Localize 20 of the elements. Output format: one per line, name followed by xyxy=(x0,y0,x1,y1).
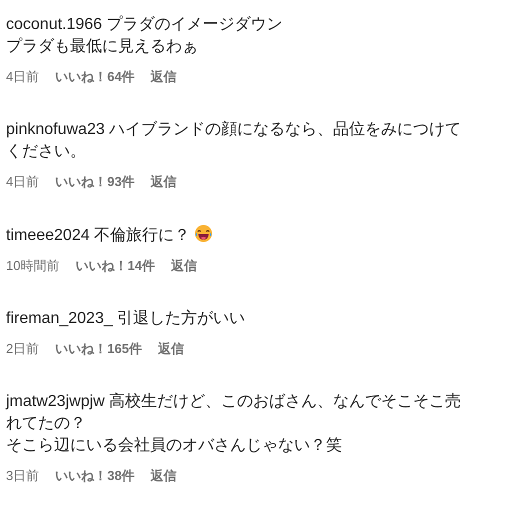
comment-text: pinknofuwa23 ハイブランドの顔になるなら、品位をみにつけてください。 xyxy=(6,121,462,160)
reply-button[interactable]: 返信 xyxy=(158,339,184,359)
likes-count[interactable]: いいね！93件 xyxy=(55,172,135,192)
comment-time: 2日前 xyxy=(6,340,40,358)
comment-text: jmatw23jwpjw 高校生だけど、このおばさん、なんでそこそこ売れてたの？ そこら辺にいる会社員のオバさんじゃない？笑 xyxy=(6,393,462,454)
comment-time: 4日前 xyxy=(6,68,40,86)
likes-count[interactable]: いいね！64件 xyxy=(55,67,135,87)
likes-count[interactable]: いいね！14件 xyxy=(75,256,155,276)
likes-count[interactable]: いいね！165件 xyxy=(55,339,142,359)
comment-text: coconut.1966 プラダのイメージダウン プラダも最低に見えるわぁ xyxy=(6,16,283,55)
likes-count[interactable]: いいね！38件 xyxy=(55,466,135,486)
reply-button[interactable]: 返信 xyxy=(170,256,197,276)
comment-time: 4日前 xyxy=(6,173,40,191)
reply-button[interactable]: 返信 xyxy=(150,466,177,486)
comment-text: timeee2024 不倫旅行に？ xyxy=(6,227,190,244)
reply-button[interactable]: 返信 xyxy=(150,172,177,192)
comment-time: 3日前 xyxy=(6,467,40,485)
comment-text: fireman_2023_ 引退した方がいい xyxy=(6,310,246,327)
comment-time: 10時間前 xyxy=(6,257,60,275)
reply-button[interactable]: 返信 xyxy=(150,67,177,87)
